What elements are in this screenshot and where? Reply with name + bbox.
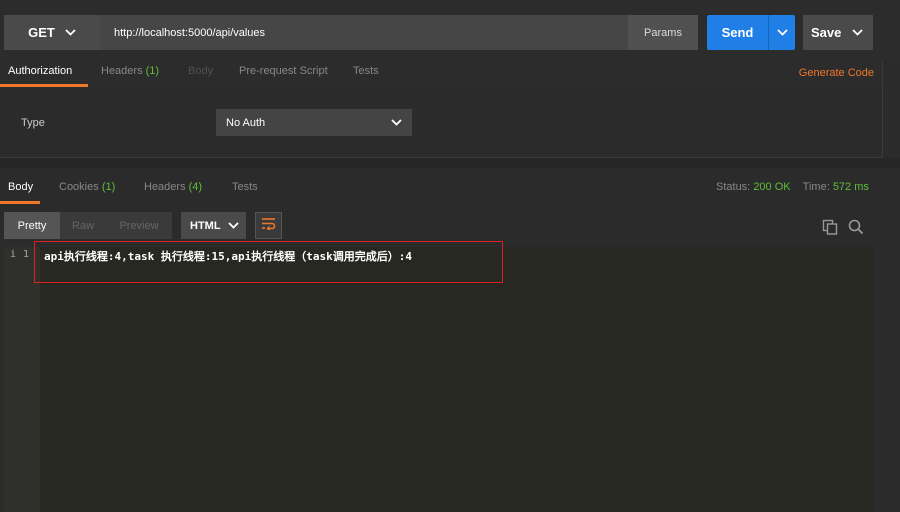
view-mode-group: Pretty Raw Preview (4, 212, 172, 239)
tab-res-headers-label: Headers (144, 181, 186, 193)
cookies-count: (1) (101, 181, 116, 193)
editor-gutter: i 1 (4, 247, 40, 512)
tab-response-tests[interactable]: Tests (232, 181, 258, 193)
line-number: 1 (23, 249, 30, 260)
chevron-down-icon (391, 119, 402, 126)
search-icon[interactable] (848, 219, 864, 240)
headers-count: (1) (145, 65, 160, 77)
view-pretty-button[interactable]: Pretty (4, 212, 60, 239)
chevron-down-icon (776, 29, 788, 36)
chevron-down-icon (852, 29, 863, 36)
tab-cookies-label: Cookies (59, 181, 99, 193)
pane-divider[interactable] (0, 158, 900, 168)
postman-window: GET http://localhost:5000/api/values Par… (0, 0, 900, 512)
format-value: HTML (190, 219, 221, 232)
time-label: Time: (802, 181, 830, 193)
send-button[interactable]: Send (707, 15, 768, 50)
save-button[interactable]: Save (803, 15, 873, 50)
view-preview-button[interactable]: Preview (106, 212, 172, 239)
send-options-button[interactable] (768, 15, 795, 50)
view-raw-button[interactable]: Raw (60, 212, 106, 239)
method-dropdown[interactable]: GET (4, 15, 100, 50)
request-scrollbar[interactable] (882, 60, 900, 158)
status-value: 200 OK (753, 181, 791, 193)
params-button[interactable]: Params (628, 15, 698, 50)
chevron-down-icon (228, 222, 239, 229)
highlight-annotation (34, 241, 503, 283)
tab-response-cookies[interactable]: Cookies (1) (59, 181, 115, 193)
auth-type-label: Type (21, 117, 45, 129)
save-label: Save (811, 25, 842, 40)
chevron-down-icon (65, 29, 76, 36)
wrap-lines-button[interactable] (255, 212, 282, 239)
url-input[interactable]: http://localhost:5000/api/values (100, 15, 628, 50)
tab-headers-label: Headers (101, 65, 143, 77)
auth-panel: Type No Auth (0, 88, 882, 158)
auth-type-value: No Auth (226, 116, 266, 129)
response-status: Status: 200 OK Time: 572 ms (716, 181, 869, 193)
tab-headers[interactable]: Headers (1) (101, 65, 159, 77)
generate-code-link[interactable]: Generate Code (799, 67, 874, 79)
method-label: GET (28, 25, 55, 40)
copy-icon[interactable] (822, 219, 838, 240)
status-label: Status: (716, 181, 751, 193)
response-tabs: Body Cookies (1) Headers (4) Tests Statu… (0, 168, 900, 204)
res-headers-count: (4) (188, 181, 203, 193)
tab-response-headers[interactable]: Headers (4) (144, 181, 202, 193)
auth-type-select[interactable]: No Auth (216, 109, 412, 136)
format-select[interactable]: HTML (181, 212, 246, 239)
tab-response-body[interactable]: Body (8, 181, 33, 193)
active-tab-indicator (0, 84, 88, 87)
tab-authorization[interactable]: Authorization (8, 65, 72, 77)
tab-prerequest-script[interactable]: Pre-request Script (239, 65, 328, 77)
wrap-lines-icon (261, 217, 276, 235)
response-toolbar: Pretty Raw Preview HTML (0, 204, 900, 246)
request-bar: GET http://localhost:5000/api/values Par… (0, 0, 900, 62)
response-body-editor[interactable]: i 1 api执行线程:4,task 执行线程:15,api执行线程（task调… (4, 247, 873, 512)
tab-body: Body (188, 65, 214, 77)
time-value: 572 ms (832, 181, 869, 193)
tab-tests[interactable]: Tests (353, 65, 379, 77)
request-tabs: Authorization Headers (1) Body Pre-reque… (0, 60, 882, 88)
editor-scrollbar[interactable] (873, 247, 900, 512)
info-marker: i (10, 249, 17, 260)
